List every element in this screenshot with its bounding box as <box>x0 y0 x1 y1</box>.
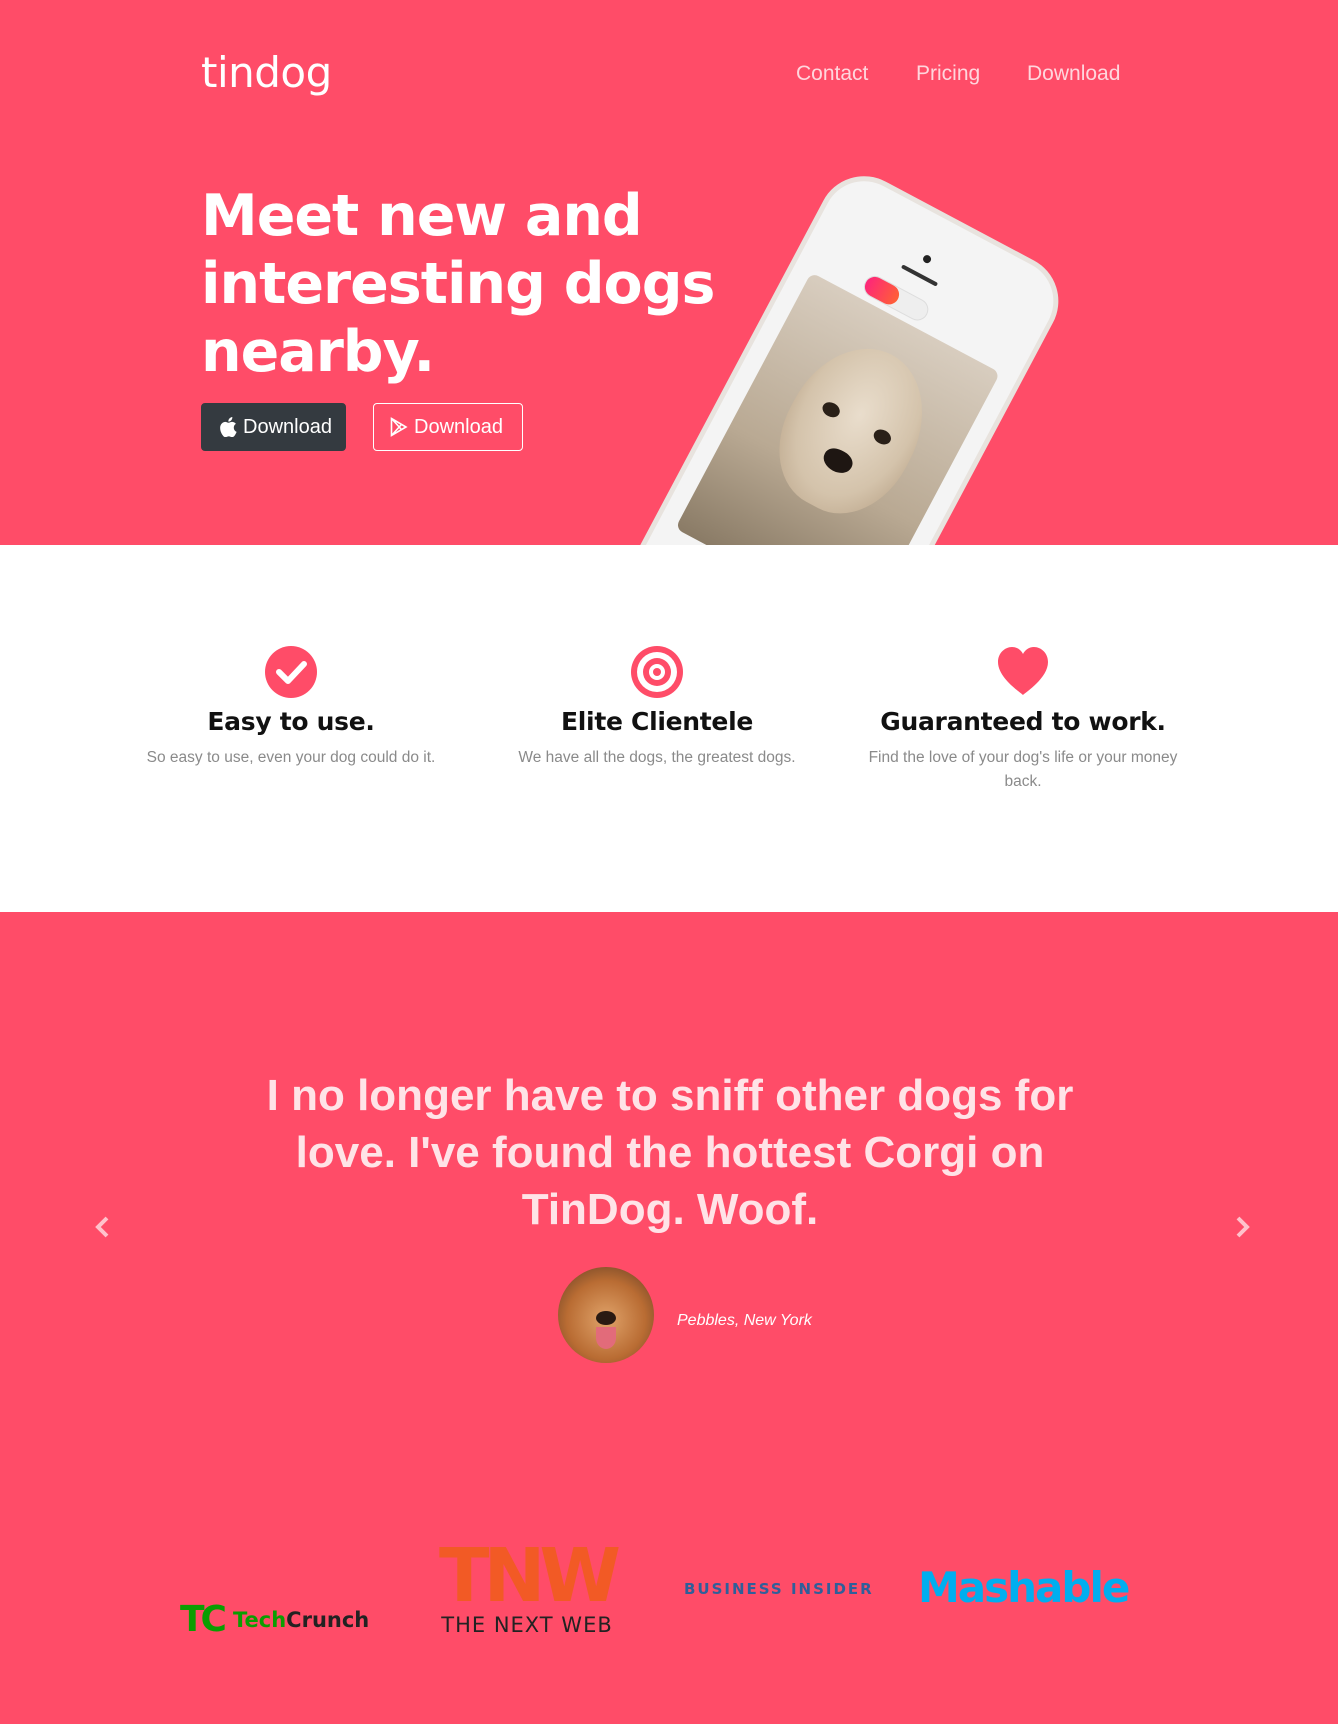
dog-eye-left <box>819 399 843 421</box>
carousel-prev-icon[interactable] <box>88 1212 118 1242</box>
feature-guaranteed: Guaranteed to work. Find the love of you… <box>853 645 1193 794</box>
app-store-download-button[interactable]: Download <box>201 403 346 451</box>
hero-section: tindog Contact Pricing Download Meet new… <box>0 0 1338 545</box>
dog-photo <box>675 272 1001 545</box>
carousel-next-icon[interactable] <box>1227 1212 1257 1242</box>
app-store-button-label: Download <box>243 415 332 438</box>
apple-icon <box>220 417 237 437</box>
check-circle-icon <box>265 646 317 698</box>
bullseye-icon <box>631 646 683 698</box>
feature-title: Elite Clientele <box>561 707 753 736</box>
feature-text: We have all the dogs, the greatest dogs. <box>518 749 796 766</box>
nav-link-pricing[interactable]: Pricing <box>916 62 980 86</box>
dog-eye-right <box>871 426 894 448</box>
hero-headline: Meet new and interesting dogs nearby. <box>201 183 715 385</box>
google-play-download-button[interactable]: Download <box>373 403 523 451</box>
dog-face <box>754 324 950 536</box>
techcrunch-wordmark: TechCrunch <box>232 1607 370 1632</box>
testimonial-quote: I no longer have to sniff other dogs for… <box>266 1071 1074 1234</box>
features-section: Easy to use. So easy to use, even your d… <box>0 545 1338 912</box>
feature-easy: Easy to use. So easy to use, even your d… <box>121 645 461 770</box>
google-play-button-label: Download <box>414 415 503 438</box>
heart-icon <box>998 647 1048 695</box>
google-play-icon <box>390 417 408 437</box>
avatar <box>558 1267 654 1363</box>
tnw-logo: TNW THE NEXT WEB <box>427 1533 627 1638</box>
business-insider-logo: BUSINESS INSIDER <box>684 1580 874 1598</box>
feature-title: Easy to use. <box>207 707 375 736</box>
brand-logo[interactable]: tindog <box>201 48 332 97</box>
avatar-dog-nose <box>596 1311 616 1325</box>
feature-title: Guaranteed to work. <box>880 707 1166 736</box>
tnw-wordmark: THE NEXT WEB <box>441 1613 613 1637</box>
dog-nose <box>819 444 857 478</box>
phone-camera <box>921 253 933 265</box>
techcrunch-mark: TC <box>180 1599 227 1640</box>
feature-text: So easy to use, even your dog could do i… <box>146 749 436 766</box>
avatar-dog-tongue <box>596 1327 616 1349</box>
techcrunch-logo: TC TechCrunch <box>180 1572 369 1667</box>
mashable-logo: Mashable <box>918 1563 1130 1612</box>
nav-link-download[interactable]: Download <box>1027 62 1120 86</box>
feature-text: Find the love of your dog's life or your… <box>868 749 1178 790</box>
nav-link-contact[interactable]: Contact <box>796 62 868 86</box>
testimonial-caption: Pebbles, New York <box>677 1312 812 1329</box>
tnw-mark: TNW <box>438 1533 621 1619</box>
feature-elite: Elite Clientele We have all the dogs, th… <box>487 645 827 770</box>
phone-speaker <box>900 264 939 287</box>
